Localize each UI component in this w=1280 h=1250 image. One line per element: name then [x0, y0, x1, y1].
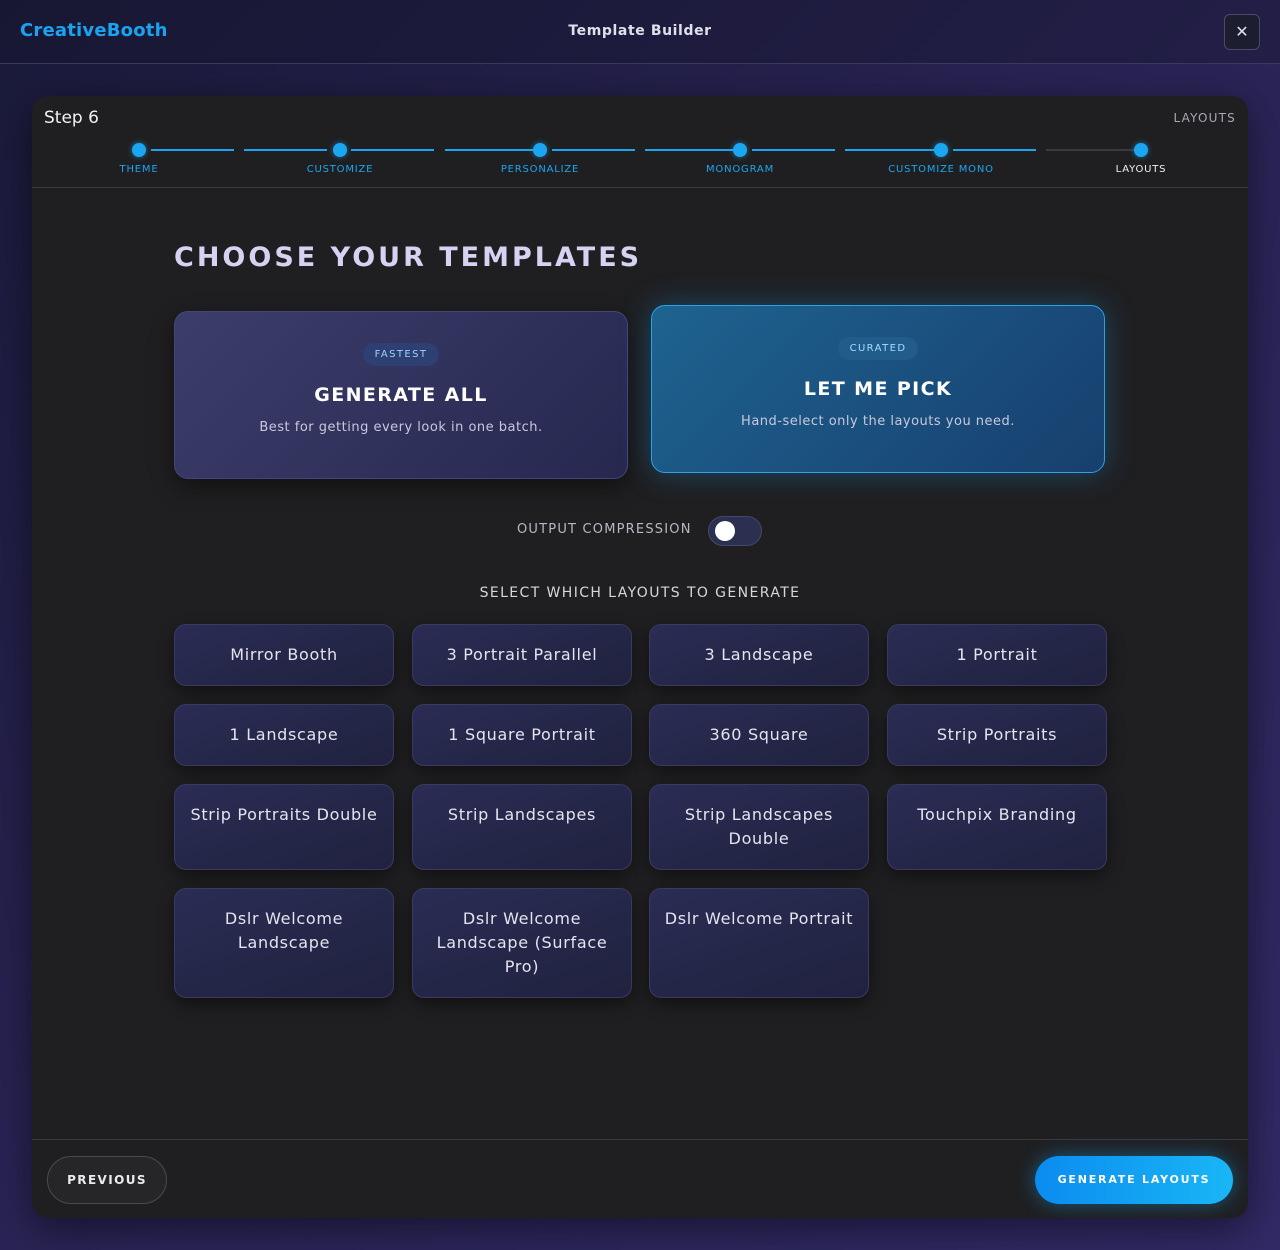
layout-option[interactable]: Dslr Welcome Landscape: [174, 888, 394, 998]
step-connector: [953, 149, 1036, 151]
step-connector: [244, 149, 327, 151]
option-badge: FASTEST: [362, 343, 440, 366]
step-label: Step 6: [44, 108, 99, 128]
option-description: Best for getting every look in one batch…: [259, 420, 543, 435]
layout-option[interactable]: 1 Landscape: [174, 704, 394, 766]
footer: PREVIOUS GENERATE LAYOUTS: [32, 1139, 1248, 1218]
step-dot[interactable]: [533, 143, 547, 157]
step-connector: [552, 149, 635, 151]
step-customize[interactable]: CUSTOMIZE: [260, 164, 420, 175]
step-theme[interactable]: THEME: [59, 164, 219, 175]
layouts-heading: SELECT WHICH LAYOUTS TO GENERATE: [479, 585, 801, 601]
option-badge: CURATED: [837, 337, 919, 360]
step-connector: [151, 149, 234, 151]
top-bar: CreativeBooth Template Builder ✕: [0, 0, 1280, 64]
step-connector: [752, 149, 835, 151]
step-monogram[interactable]: MONOGRAM: [660, 164, 820, 175]
step-dot[interactable]: [333, 143, 347, 157]
page-title: CHOOSE YOUR TEMPLATES: [174, 242, 643, 273]
option-title: GENERATE ALL: [314, 384, 488, 406]
step-connector: [445, 149, 535, 151]
step-connector: [351, 149, 434, 151]
step-dot[interactable]: [132, 143, 146, 157]
step-dot[interactable]: [934, 143, 948, 157]
step-name: LAYOUTS: [1173, 111, 1236, 125]
step-dot[interactable]: [1134, 143, 1148, 157]
let-me-pick-option[interactable]: CURATED LET ME PICK Hand-select only the…: [651, 305, 1105, 473]
app-title: Template Builder: [568, 23, 712, 39]
option-title: LET ME PICK: [803, 378, 953, 400]
layout-option[interactable]: Dslr Welcome Landscape (Surface Pro): [412, 888, 632, 998]
step-connector: [1046, 149, 1136, 151]
toggle-knob: [715, 521, 735, 541]
close-button[interactable]: ✕: [1224, 14, 1260, 50]
layout-option[interactable]: Strip Landscapes: [412, 784, 632, 870]
output-compression-label: OUTPUT COMPRESSION: [517, 522, 692, 537]
generate-layouts-button[interactable]: GENERATE LAYOUTS: [1035, 1156, 1233, 1204]
layout-option[interactable]: 360 Square: [649, 704, 869, 766]
layout-option[interactable]: Strip Portraits Double: [174, 784, 394, 870]
close-icon: ✕: [1235, 22, 1249, 41]
layout-option[interactable]: Mirror Booth: [174, 624, 394, 686]
generate-all-option[interactable]: FASTEST GENERATE ALL Best for getting ev…: [174, 311, 628, 479]
stepper: Step 6 LAYOUTS THEME CUSTOMIZE PERSONALI…: [32, 96, 1248, 188]
layout-option[interactable]: Touchpix Branding: [887, 784, 1107, 870]
layout-option[interactable]: Dslr Welcome Portrait: [649, 888, 869, 998]
step-layouts[interactable]: LAYOUTS: [1061, 164, 1221, 175]
previous-button[interactable]: PREVIOUS: [47, 1156, 167, 1204]
step-connector: [845, 149, 935, 151]
layout-option[interactable]: Strip Portraits: [887, 704, 1107, 766]
template-builder-panel: Step 6 LAYOUTS THEME CUSTOMIZE PERSONALI…: [32, 96, 1248, 1218]
layout-option[interactable]: 1 Portrait: [887, 624, 1107, 686]
layout-option[interactable]: Strip Landscapes Double: [649, 784, 869, 870]
output-compression-toggle[interactable]: [708, 516, 762, 546]
step-personalize[interactable]: PERSONALIZE: [460, 164, 620, 175]
option-description: Hand-select only the layouts you need.: [741, 414, 1015, 429]
layout-option[interactable]: 3 Portrait Parallel: [412, 624, 632, 686]
step-connector: [645, 149, 735, 151]
layout-option[interactable]: 3 Landscape: [649, 624, 869, 686]
step-customize-mono[interactable]: CUSTOMIZE MONO: [861, 164, 1021, 175]
step-dot[interactable]: [733, 143, 747, 157]
layout-option[interactable]: 1 Square Portrait: [412, 704, 632, 766]
